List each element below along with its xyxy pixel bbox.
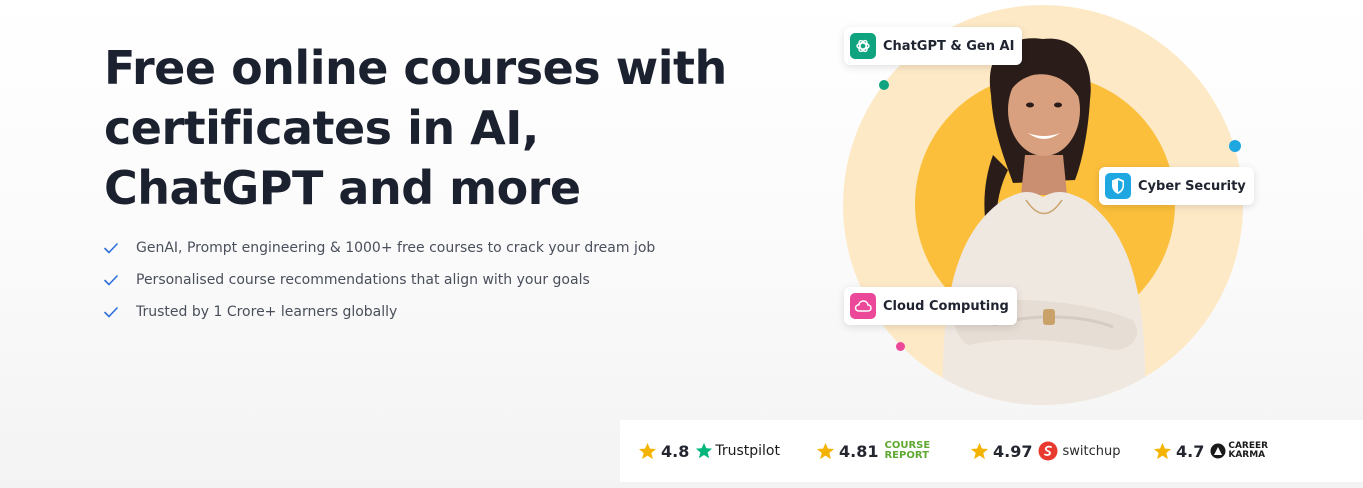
rating-value: 4.7 [1176,441,1205,461]
trustpilot-logo: Trustpilot [695,442,780,460]
check-icon [104,242,136,254]
brand-line: REPORT [884,450,929,461]
trustpilot-star-icon [696,442,713,459]
rating-course-report[interactable]: 4.81 COURSE REPORT [816,440,930,462]
decorative-dot [879,80,889,90]
openai-icon [850,33,876,59]
hero-title-line: certificates in AI, [104,101,539,155]
rating-value: 4.8 [661,441,690,461]
feature-item: Personalised course recommendations that… [104,264,655,296]
star-icon [970,442,989,459]
decorative-dot [1229,140,1241,152]
rating-value: 4.81 [839,441,879,461]
feature-text: Personalised course recommendations that… [136,272,590,288]
brand-name: Trustpilot [715,443,780,459]
career-karma-wordmark: CAREER KARMA [1228,442,1268,460]
chip-label: Cloud Computing [883,298,1009,314]
chip-label: Cyber Security [1138,178,1246,194]
check-icon [104,274,136,286]
feature-text: GenAI, Prompt engineering & 1000+ free c… [136,240,656,256]
star-icon [816,442,835,459]
chip-cyber-security[interactable]: Cyber Security [1099,167,1254,205]
star-icon [638,442,657,459]
chip-label: ChatGPT & Gen AI [883,38,1015,54]
feature-item: Trusted by 1 Crore+ learners globally [104,296,655,328]
rating-trustpilot[interactable]: 4.8 Trustpilot [638,440,780,462]
chip-cloud-computing[interactable]: Cloud Computing [844,287,1017,325]
chip-chatgpt-gen-ai[interactable]: ChatGPT & Gen AI [844,27,1023,65]
switchup-logo: switchup [1038,441,1120,461]
decorative-dot [896,342,905,351]
hero-title-line: ChatGPT and more [104,161,581,215]
switchup-icon [1038,441,1058,461]
rating-switchup[interactable]: 4.97 switchup [970,440,1120,462]
brand-line: KARMA [1228,450,1266,460]
feature-list: GenAI, Prompt engineering & 1000+ free c… [104,232,655,328]
rating-value: 4.97 [993,441,1033,461]
feature-item: GenAI, Prompt engineering & 1000+ free c… [104,232,655,264]
career-karma-icon [1210,443,1226,459]
check-icon [104,306,136,318]
shield-icon [1105,173,1131,199]
ratings-bar: 4.8 Trustpilot 4.81 COURSE REPORT 4.97 s… [620,420,1363,482]
career-karma-logo: CAREER KARMA [1210,442,1268,460]
hero-title-line: Free online courses with [104,41,727,95]
course-report-logo: COURSE REPORT [884,441,930,461]
cloud-icon [850,293,876,319]
hero-title: Free online courses with certificates in… [104,38,744,218]
star-icon [1153,442,1172,459]
brand-name: switchup [1062,443,1121,459]
rating-career-karma[interactable]: 4.7 CAREER KARMA [1153,440,1268,462]
feature-text: Trusted by 1 Crore+ learners globally [136,304,398,320]
